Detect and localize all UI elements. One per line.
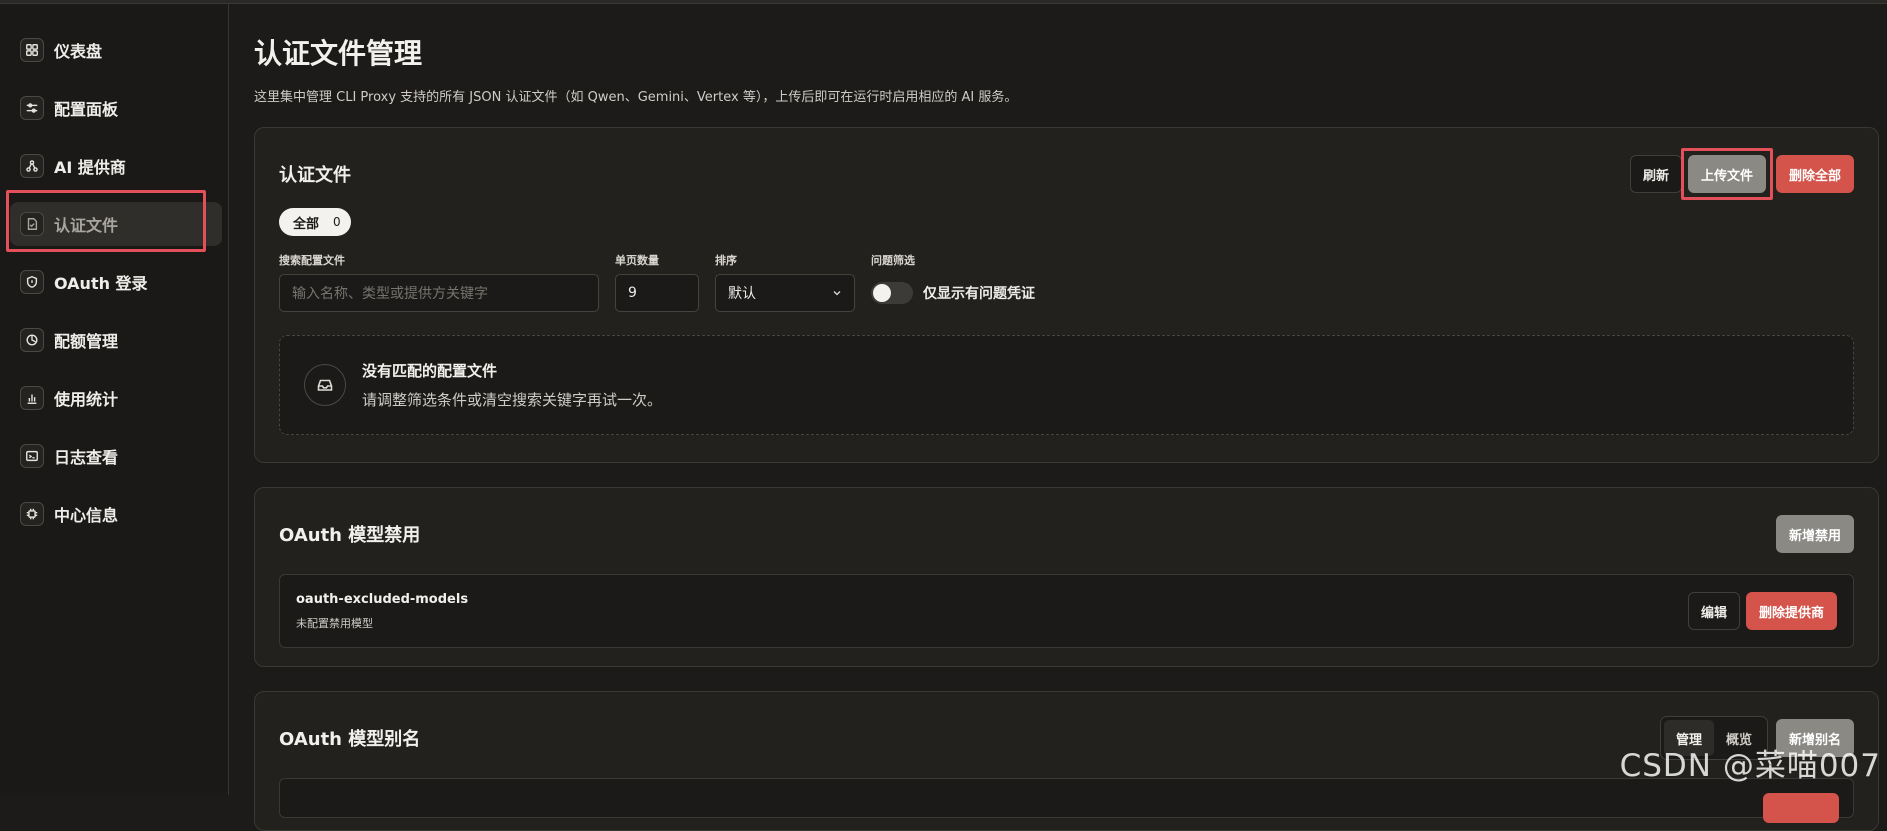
sidebar-item-label: 配额管理 <box>54 332 119 351</box>
sidebar-item-label: 认证文件 <box>54 216 119 235</box>
sort-select-value: 默认 <box>728 286 756 302</box>
sidebar-item-label: 配置面板 <box>54 100 119 119</box>
sidebar-item-logs[interactable]: 日志查看 <box>10 434 222 478</box>
pie-chart-icon <box>20 328 44 352</box>
oauth-excluded-card: OAuth 模型禁用 新增禁用 oauth-excluded-models 未配… <box>254 487 1879 667</box>
oauth-alias-card-title: OAuth 模型别名 <box>279 729 421 750</box>
auth-files-card-header: 认证文件 刷新 上传文件 删除全部 <box>279 148 1854 200</box>
upload-button-wrapper: 上传文件 <box>1680 148 1773 200</box>
filter-pill-count: 0 <box>333 215 341 229</box>
shield-icon <box>20 270 44 294</box>
sort-label: 排序 <box>715 254 737 267</box>
empty-state-text-block: 没有匹配的配置文件 请调整筛选条件或清空搜索关键字再试一次。 <box>362 360 662 410</box>
add-exclusion-button[interactable]: 新增禁用 <box>1775 515 1854 553</box>
dashboard-icon <box>20 38 44 62</box>
issue-toggle-row: 仅显示有问题凭证 <box>871 274 1035 312</box>
oauth-alias-card-header: OAuth 模型别名 管理 概览 新增别名 <box>279 716 1854 760</box>
page-title: 认证文件管理 <box>254 37 423 70</box>
edit-button[interactable]: 编辑 <box>1687 592 1740 630</box>
page-description: 这里集中管理 CLI Proxy 支持的所有 JSON 认证文件（如 Qwen、… <box>254 90 1018 105</box>
sidebar-item-usage[interactable]: 使用统计 <box>10 376 222 420</box>
file-check-icon <box>20 212 44 236</box>
empty-state: 没有匹配的配置文件 请调整筛选条件或清空搜索关键字再试一次。 <box>279 335 1854 435</box>
watermark: CSDN @菜喵007 <box>1619 748 1881 784</box>
app-shell: 仪表盘 配置面板 AI 提供商 认证文件 OAuth 登录 配额管理 使用统计 … <box>0 4 1887 831</box>
inbox-icon <box>304 364 346 406</box>
filters-row: 搜索配置文件 输入名称、类型或提供方关键字 单页数量 9 排序 默认 问题筛选 <box>279 252 1854 312</box>
page-size-label: 单页数量 <box>615 254 659 267</box>
sidebar-item-config[interactable]: 配置面板 <box>10 86 222 130</box>
delete-provider-button[interactable]: 删除提供商 <box>1745 592 1837 630</box>
page-size-field: 单页数量 9 <box>615 252 699 312</box>
oauth-excluded-card-title: OAuth 模型禁用 <box>279 525 421 546</box>
sidebar-item-auth-files[interactable]: 认证文件 <box>10 202 222 246</box>
sidebar-item-label: 仪表盘 <box>54 42 103 61</box>
list-item-text: oauth-excluded-models 未配置禁用模型 <box>296 592 468 631</box>
main-content: 认证文件管理 这里集中管理 CLI Proxy 支持的所有 JSON 认证文件（… <box>229 4 1887 831</box>
issue-filter-label: 问题筛选 <box>871 254 915 267</box>
issue-only-toggle-label: 仅显示有问题凭证 <box>923 286 1035 302</box>
page-size-input[interactable]: 9 <box>615 274 699 312</box>
sidebar-item-label: 日志查看 <box>54 448 119 467</box>
sidebar-item-ai-providers[interactable]: AI 提供商 <box>10 144 222 188</box>
sidebar-item-label: OAuth 登录 <box>54 274 148 293</box>
list-item-subtitle: 未配置禁用模型 <box>296 616 373 630</box>
sidebar: 仪表盘 配置面板 AI 提供商 认证文件 OAuth 登录 配额管理 使用统计 … <box>0 4 229 795</box>
list-item: oauth-excluded-models 未配置禁用模型 编辑 删除提供商 <box>279 574 1854 648</box>
auth-files-card: 认证文件 刷新 上传文件 删除全部 全部 0 搜索配置文件 输入名称、类型或提供 <box>254 127 1879 463</box>
sidebar-item-oauth-login[interactable]: OAuth 登录 <box>10 260 222 304</box>
delete-button-partial[interactable] <box>1763 793 1839 823</box>
upload-file-button[interactable]: 上传文件 <box>1687 155 1766 193</box>
bar-chart-icon <box>20 386 44 410</box>
auth-files-card-title: 认证文件 <box>279 165 351 186</box>
issue-filter-field: 问题筛选 仅显示有问题凭证 <box>871 252 1035 312</box>
sidebar-item-label: AI 提供商 <box>54 158 126 177</box>
sliders-icon <box>20 96 44 120</box>
issue-only-toggle[interactable] <box>871 282 913 304</box>
sidebar-item-quota[interactable]: 配额管理 <box>10 318 222 362</box>
sidebar-item-center-info[interactable]: 中心信息 <box>10 492 222 536</box>
list-item-actions: 编辑 删除提供商 <box>1687 592 1837 630</box>
search-label: 搜索配置文件 <box>279 254 345 267</box>
search-input[interactable]: 输入名称、类型或提供方关键字 <box>279 274 599 312</box>
sidebar-item-label: 使用统计 <box>54 390 119 409</box>
refresh-button[interactable]: 刷新 <box>1629 155 1682 193</box>
sort-select[interactable]: 默认 <box>715 274 855 312</box>
chevron-down-icon <box>833 291 841 296</box>
filter-pill-all[interactable]: 全部 0 <box>279 208 351 236</box>
oauth-excluded-card-header: OAuth 模型禁用 新增禁用 <box>279 512 1854 556</box>
terminal-icon <box>20 444 44 468</box>
filter-pill-label: 全部 <box>293 216 320 232</box>
auth-files-actions: 刷新 上传文件 删除全部 <box>1629 148 1854 200</box>
delete-all-button[interactable]: 删除全部 <box>1775 155 1854 193</box>
sort-field: 排序 默认 <box>715 252 855 312</box>
list-item-title: oauth-excluded-models <box>296 591 469 607</box>
empty-state-text: 请调整筛选条件或清空搜索关键字再试一次。 <box>362 391 663 409</box>
empty-state-title: 没有匹配的配置文件 <box>362 362 498 380</box>
alias-list-box <box>279 778 1854 823</box>
sidebar-item-dashboard[interactable]: 仪表盘 <box>10 28 222 72</box>
chip-icon <box>20 502 44 526</box>
search-field: 搜索配置文件 输入名称、类型或提供方关键字 <box>279 252 599 312</box>
sidebar-item-label: 中心信息 <box>54 506 119 525</box>
network-icon <box>20 154 44 178</box>
toggle-knob <box>873 284 891 302</box>
